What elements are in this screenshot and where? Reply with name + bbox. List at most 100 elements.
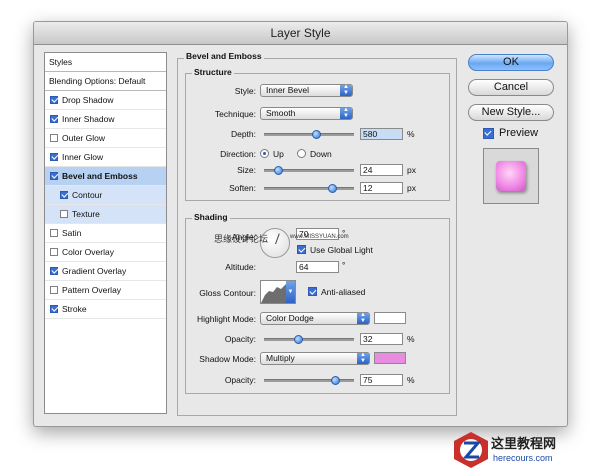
- style-label: Style:: [234, 86, 256, 96]
- style-item-pattern-overlay[interactable]: Pattern Overlay: [45, 281, 166, 300]
- highlight-opacity-unit: %: [407, 334, 415, 344]
- global-light-label: Use Global Light: [310, 245, 373, 255]
- highlight-opacity-knob[interactable]: [294, 335, 303, 344]
- global-light-checkbox[interactable]: [297, 245, 306, 254]
- preview-checkbox[interactable]: [483, 128, 494, 139]
- shadow-mode-label: Shadow Mode:: [199, 354, 256, 364]
- depth-label: Depth:: [230, 129, 256, 139]
- style-item-satin[interactable]: Satin: [45, 224, 166, 243]
- size-unit: px: [407, 165, 416, 175]
- cancel-button[interactable]: Cancel: [468, 79, 554, 96]
- style-item-contour[interactable]: Contour: [45, 186, 166, 205]
- highlight-opacity-slider[interactable]: [264, 335, 354, 344]
- bevel-emboss-checkbox[interactable]: [50, 172, 58, 180]
- shadow-color-swatch[interactable]: [374, 352, 406, 364]
- gradient-overlay-checkbox[interactable]: [50, 267, 58, 275]
- highlight-mode-select[interactable]: Color Dodge ▲ ▼: [260, 312, 370, 325]
- highlight-opacity-label: Opacity:: [224, 334, 256, 344]
- anti-aliased-checkbox[interactable]: [308, 287, 317, 296]
- soften-field[interactable]: 12: [360, 182, 403, 194]
- pattern-overlay-checkbox[interactable]: [50, 286, 58, 294]
- shadow-opacity-label: Opacity:: [224, 375, 256, 385]
- select-arrows-icon: ▲ ▼: [357, 312, 369, 324]
- stroke-checkbox[interactable]: [50, 305, 58, 313]
- structure-title: Structure: [192, 67, 234, 77]
- highlight-mode-label: Highlight Mode:: [196, 314, 256, 324]
- altitude-label: Altitude:: [225, 262, 256, 272]
- shadow-opacity-field[interactable]: 75: [360, 374, 403, 386]
- soften-slider[interactable]: [264, 184, 354, 193]
- contour-dropdown-icon[interactable]: ▼: [286, 281, 295, 303]
- select-arrows-icon: ▲ ▼: [357, 352, 369, 364]
- texture-checkbox[interactable]: [60, 210, 68, 218]
- depth-slider[interactable]: [264, 130, 354, 139]
- bevel-emboss-title: Bevel and Emboss: [184, 51, 264, 61]
- styles-header[interactable]: Styles: [45, 53, 166, 72]
- size-label: Size:: [237, 165, 256, 175]
- new-style-button[interactable]: New Style...: [468, 104, 554, 121]
- blending-options-item[interactable]: Blending Options: Default: [45, 72, 166, 91]
- depth-field[interactable]: 580: [360, 128, 403, 140]
- style-item-stroke[interactable]: Stroke: [45, 300, 166, 319]
- brand-logo: [454, 432, 488, 468]
- inner-glow-checkbox[interactable]: [50, 153, 58, 161]
- style-item-gradient-overlay[interactable]: Gradient Overlay: [45, 262, 166, 281]
- style-item-outer-glow[interactable]: Outer Glow: [45, 129, 166, 148]
- preview-swatch: [496, 161, 526, 191]
- gloss-contour-label: Gloss Contour:: [199, 288, 256, 298]
- technique-label: Technique:: [214, 109, 256, 119]
- dialog-title: Layer Style: [34, 22, 567, 45]
- style-select[interactable]: Inner Bevel ▲ ▼: [260, 84, 353, 97]
- shading-title: Shading: [192, 212, 230, 222]
- shadow-opacity-slider[interactable]: [264, 376, 354, 385]
- style-item-texture[interactable]: Texture: [45, 205, 166, 224]
- watermark-cn: 思缘设计论坛: [214, 234, 269, 244]
- technique-select[interactable]: Smooth ▲ ▼: [260, 107, 353, 120]
- size-slider[interactable]: [264, 166, 354, 175]
- angle-dial-handle: [275, 233, 280, 245]
- styles-list: Styles Blending Options: Default Drop Sh…: [44, 52, 167, 414]
- size-slider-knob[interactable]: [274, 166, 283, 175]
- satin-checkbox[interactable]: [50, 229, 58, 237]
- style-item-bevel-emboss[interactable]: Bevel and Emboss: [45, 167, 166, 186]
- style-item-drop-shadow[interactable]: Drop Shadow: [45, 91, 166, 110]
- style-item-color-overlay[interactable]: Color Overlay: [45, 243, 166, 262]
- preview-label: Preview: [499, 127, 539, 139]
- gloss-contour-picker[interactable]: ▼: [260, 280, 296, 304]
- brand-url: herecours.com: [493, 453, 553, 463]
- inner-shadow-checkbox[interactable]: [50, 115, 58, 123]
- highlight-opacity-field[interactable]: 32: [360, 333, 403, 345]
- ok-button[interactable]: OK: [468, 54, 554, 71]
- depth-slider-knob[interactable]: [312, 130, 321, 139]
- select-arrows-icon: ▲ ▼: [340, 84, 352, 96]
- watermark-url: www.MISSYUAN.com: [290, 234, 349, 240]
- shadow-mode-select[interactable]: Multiply ▲ ▼: [260, 352, 370, 365]
- preview-thumbnail: [483, 148, 539, 204]
- direction-down-label: Down: [310, 149, 332, 159]
- layer-style-dialog: Layer Style Styles Blending Options: Def…: [33, 21, 568, 427]
- anti-aliased-label: Anti-aliased: [321, 287, 366, 297]
- soften-slider-knob[interactable]: [328, 184, 337, 193]
- brand-name: 这里教程网: [491, 436, 557, 451]
- direction-up-label: Up: [273, 149, 284, 159]
- highlight-color-swatch[interactable]: [374, 312, 406, 324]
- shadow-opacity-knob[interactable]: [331, 376, 340, 385]
- drop-shadow-checkbox[interactable]: [50, 96, 58, 104]
- select-arrows-icon: ▲ ▼: [340, 107, 352, 119]
- direction-label: Direction:: [220, 149, 256, 159]
- color-overlay-checkbox[interactable]: [50, 248, 58, 256]
- depth-unit: %: [407, 129, 415, 139]
- altitude-unit: °: [342, 260, 346, 270]
- outer-glow-checkbox[interactable]: [50, 134, 58, 142]
- style-item-inner-shadow[interactable]: Inner Shadow: [45, 110, 166, 129]
- size-field[interactable]: 24: [360, 164, 403, 176]
- style-item-inner-glow[interactable]: Inner Glow: [45, 148, 166, 167]
- soften-unit: px: [407, 183, 416, 193]
- soften-label: Soften:: [229, 183, 256, 193]
- altitude-field[interactable]: 64: [296, 261, 339, 273]
- contour-checkbox[interactable]: [60, 191, 68, 199]
- shadow-opacity-unit: %: [407, 375, 415, 385]
- contour-curve-icon: [261, 284, 286, 303]
- direction-down-radio[interactable]: [297, 149, 306, 158]
- direction-up-radio[interactable]: [260, 149, 269, 158]
